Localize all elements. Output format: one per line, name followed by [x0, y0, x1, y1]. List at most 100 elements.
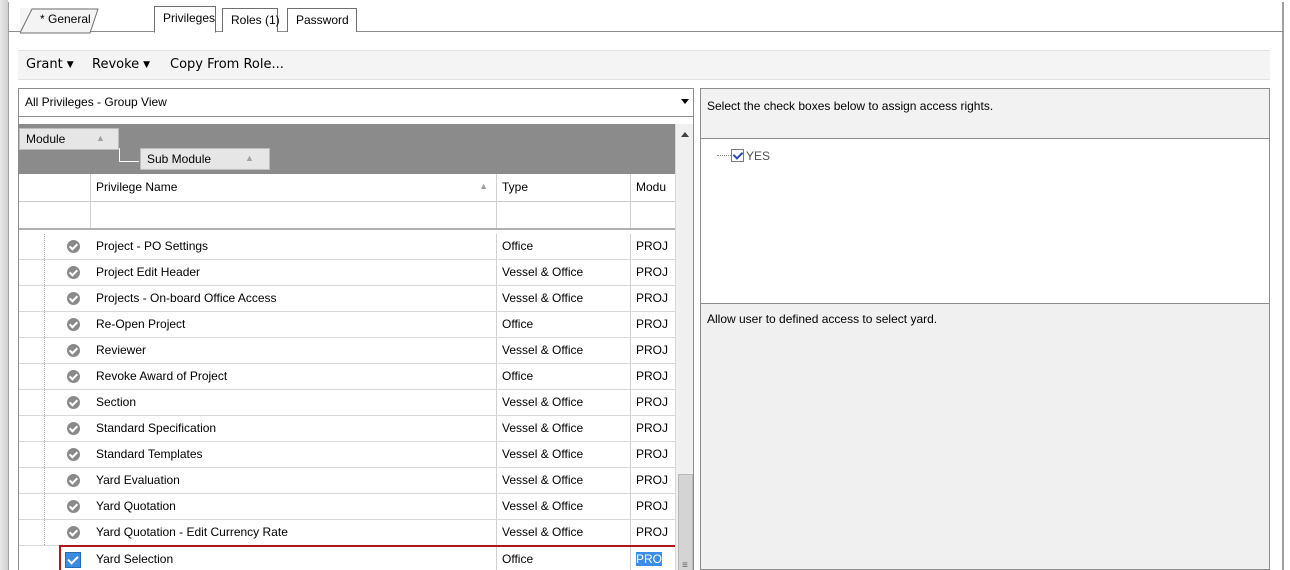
privilege-module-cell: PRO — [631, 547, 675, 570]
header-privilege-name[interactable]: Privilege Name ▲ — [91, 174, 497, 202]
privilege-name-cell-text: Project - PO Settings — [96, 239, 209, 253]
table-row[interactable]: Yard Quotation - Edit Currency Rate Vesse… — [19, 520, 675, 546]
granted-check-icon[interactable] — [67, 318, 80, 331]
privilege-module-cell-text: PROJ — [636, 499, 669, 513]
row-gutter — [19, 442, 45, 467]
privilege-name-cell-text: Standard Templates — [96, 447, 203, 461]
revoke-menu-button[interactable]: Revoke ▼ — [92, 57, 150, 72]
filter-privilege-name[interactable] — [91, 202, 497, 228]
filter-row[interactable] — [19, 202, 675, 230]
privilege-name-cell: Yard Evaluation — [91, 468, 497, 493]
header-spacer — [19, 174, 91, 202]
table-row[interactable]: Standard Templates Vessel & Office PROJ — [19, 442, 675, 468]
description-panel: Allow user to defined access to select y… — [700, 304, 1270, 570]
table-row[interactable]: Project Edit Header Vessel & Office PROJ — [19, 260, 675, 286]
grid-header: Privilege Name ▲ Type Modu — [19, 174, 675, 202]
group-module-chip[interactable]: Module ▲ — [19, 128, 119, 150]
selected-check-icon[interactable] — [65, 552, 81, 568]
table-row[interactable]: Re-Open Project Office PROJ — [19, 312, 675, 338]
privilege-name-cell-text: Yard Quotation — [96, 499, 176, 513]
granted-check-icon[interactable] — [67, 422, 80, 435]
group-submodule-chip[interactable]: Sub Module ▲ — [140, 148, 270, 170]
tab-general[interactable]: * General — [20, 8, 99, 34]
toolbar: Grant ▼ Revoke ▼ Copy From Role... — [18, 50, 1270, 80]
privilege-type-cell-text: Vessel & Office — [502, 447, 584, 461]
privilege-module-cell: PROJ — [631, 468, 675, 493]
granted-check-icon[interactable] — [67, 266, 80, 279]
tree-node-yes[interactable]: YES — [717, 149, 770, 163]
copy-from-role-button[interactable]: Copy From Role... — [170, 57, 284, 72]
row-gutter — [19, 494, 45, 519]
tab-roles[interactable]: Roles (1) — [222, 8, 280, 32]
granted-check-icon[interactable] — [67, 448, 80, 461]
granted-check-icon[interactable] — [67, 396, 80, 409]
privilege-description: Allow user to defined access to select y… — [707, 312, 938, 326]
granted-check-icon[interactable] — [67, 344, 80, 357]
view-dropdown[interactable]: All Privileges - Group View — [19, 89, 693, 117]
privilege-type-cell-text: Vessel & Office — [502, 499, 584, 513]
privilege-module-cell-text: PROJ — [636, 395, 669, 409]
grant-menu-button[interactable]: Grant ▼ — [26, 57, 74, 72]
table-row-selected[interactable]: Yard Selection Office PRO — [59, 545, 693, 570]
tab-privileges[interactable]: Privileges — [154, 6, 216, 33]
granted-check-icon[interactable] — [67, 292, 80, 305]
grip-icon: ≡ — [682, 560, 688, 570]
privilege-module-cell: PROJ — [631, 260, 675, 285]
privilege-module-cell: PROJ — [631, 312, 675, 337]
header-privilege-name-label: Privilege Name — [96, 180, 178, 194]
tree-line — [717, 155, 731, 156]
granted-check-icon[interactable] — [67, 240, 80, 253]
group-submodule-label: Sub Module — [147, 152, 212, 166]
privilege-module-cell: PROJ — [631, 494, 675, 519]
privilege-name-cell-text: Yard Quotation - Edit Currency Rate — [96, 525, 288, 539]
view-dropdown-value: All Privileges - Group View — [25, 95, 167, 109]
granted-check-icon[interactable] — [67, 526, 80, 539]
privilege-type-cell-text: Office — [502, 369, 534, 383]
privilege-module-cell-text: PROJ — [636, 525, 669, 539]
privilege-name-cell: Re-Open Project — [91, 312, 497, 337]
table-row[interactable]: Reviewer Vessel & Office PROJ — [19, 338, 675, 364]
row-gutter — [19, 234, 45, 259]
privilege-name-cell: Projects - On-board Office Access — [91, 286, 497, 311]
group-module-label: Module — [26, 132, 66, 146]
filter-type[interactable] — [497, 202, 631, 228]
granted-check-icon[interactable] — [67, 500, 80, 513]
table-row[interactable]: Yard Evaluation Vessel & Office PROJ — [19, 468, 675, 494]
header-module[interactable]: Modu — [631, 174, 675, 202]
scroll-up-icon[interactable] — [681, 132, 689, 137]
privilege-module-cell: PROJ — [631, 234, 675, 259]
filter-module[interactable] — [631, 202, 675, 228]
group-by-area: Module ▲ Sub Module ▲ — [19, 124, 675, 174]
privilege-name-cell-text: Section — [96, 395, 137, 409]
header-type[interactable]: Type — [497, 174, 631, 202]
table-row[interactable]: Standard Specification Vessel & Office PRO… — [19, 416, 675, 442]
table-row[interactable]: Revoke Award of Project Office PROJ — [19, 364, 675, 390]
privilege-name-cell: Yard Quotation - Edit Currency Rate — [91, 520, 497, 545]
table-row[interactable]: Project - PO Settings Office PROJ — [19, 234, 675, 260]
privilege-name-cell-text: Reviewer — [96, 343, 147, 357]
grid-vertical-scrollbar[interactable]: ≡ — [675, 124, 693, 570]
privilege-type-cell: Office — [497, 364, 631, 389]
filter-spacer — [19, 202, 91, 228]
privilege-type-cell-text: Vessel & Office — [502, 343, 584, 357]
grant-label: Grant — [26, 57, 63, 72]
tab-password[interactable]: Password — [287, 8, 357, 32]
privilege-type-cell: Vessel & Office — [497, 416, 631, 441]
row-gutter — [19, 286, 45, 311]
privilege-module-cell-text: PRO — [636, 552, 663, 566]
window-edge — [0, 0, 8, 570]
group-connector — [119, 148, 139, 162]
yes-checkbox[interactable] — [731, 149, 744, 162]
table-row[interactable]: Section Vessel & Office PROJ — [19, 390, 675, 416]
granted-check-icon[interactable] — [67, 474, 80, 487]
privilege-type-cell-text: Vessel & Office — [502, 395, 584, 409]
header-module-label: Modu — [636, 180, 667, 194]
tab-roles-label: Roles (1) — [231, 13, 280, 27]
privilege-name-cell-text: Project Edit Header — [96, 265, 201, 279]
granted-check-icon[interactable] — [67, 370, 80, 383]
table-row[interactable]: Projects - On-board Office Access Vessel … — [19, 286, 675, 312]
privilege-type-cell-text: Office — [502, 552, 534, 566]
privilege-name-cell-text: Yard Evaluation — [96, 473, 180, 487]
scrollbar-thumb[interactable]: ≡ — [678, 474, 693, 570]
table-row[interactable]: Yard Quotation Vessel & Office PROJ — [19, 494, 675, 520]
